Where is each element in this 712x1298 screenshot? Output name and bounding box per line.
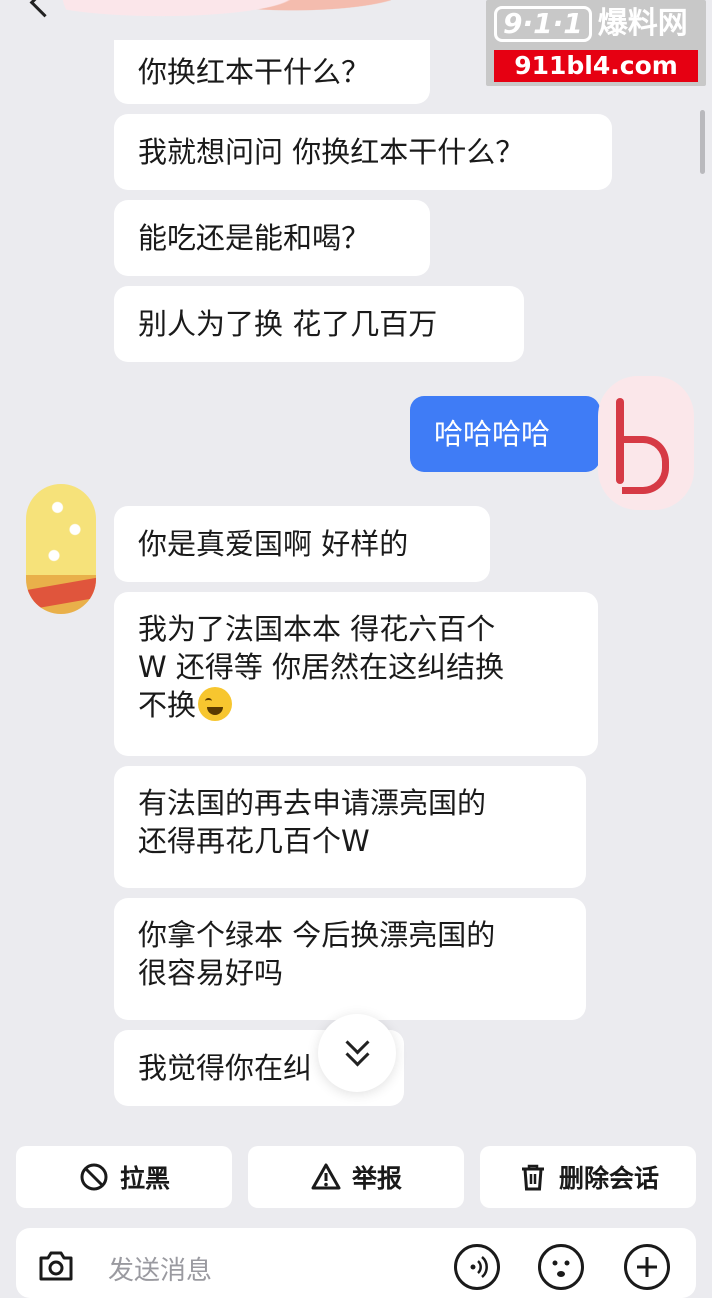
back-icon[interactable] xyxy=(29,0,60,18)
message-text: 哈哈哈哈 xyxy=(434,417,551,451)
delete-conversation-button[interactable]: 删除会话 xyxy=(480,1146,696,1208)
message-bubble[interactable]: 我就想问问 你换红本干什么？ xyxy=(114,114,612,190)
watermark: 9·1·1 爆料网 911bl4.com xyxy=(486,0,706,86)
watermark-url: 911bl4.com xyxy=(494,50,698,82)
scroll-to-bottom-button[interactable] xyxy=(318,1014,396,1092)
message-text: 我为了法国本本 得花六百个 W 还得等 你居然在这纠结换 不换 xyxy=(138,612,505,722)
report-button[interactable]: 举报 xyxy=(248,1146,464,1208)
scrollbar[interactable] xyxy=(700,110,705,174)
report-label: 举报 xyxy=(351,1164,402,1193)
block-icon xyxy=(80,1163,108,1191)
message-bubble[interactable]: 你换红本干什么？ xyxy=(114,40,430,104)
message-input-bar: 发送消息 xyxy=(16,1228,696,1298)
block-label: 拉黑 xyxy=(119,1164,170,1193)
message-bubble[interactable]: 我为了法国本本 得花六百个 W 还得等 你居然在这纠结换 不换 xyxy=(114,592,598,756)
emoji-icon[interactable] xyxy=(538,1244,584,1290)
watermark-logo: 9·1·1 xyxy=(494,6,592,42)
chat-avatar[interactable] xyxy=(62,0,392,32)
message-bubble[interactable]: 能吃还是能和喝？ xyxy=(114,200,430,276)
message-text: 我就想问问 你换红本干什么？ xyxy=(138,135,525,169)
trash-icon xyxy=(521,1164,544,1191)
plus-icon[interactable] xyxy=(624,1244,670,1290)
message-bubble[interactable]: 你是真爱国啊 好样的 xyxy=(114,506,490,582)
message-text: 别人为了换 花了几百万 xyxy=(138,307,438,341)
watermark-site-name: 爆料网 xyxy=(597,6,688,41)
message-text: 能吃还是能和喝？ xyxy=(138,221,371,255)
warning-icon xyxy=(311,1163,341,1190)
message-bubble[interactable]: 有法国的再去申请漂亮国的 还得再花几百个W xyxy=(114,766,586,888)
voice-icon[interactable] xyxy=(454,1244,500,1290)
block-button[interactable]: 拉黑 xyxy=(16,1146,232,1208)
crying-laughing-emoji-icon xyxy=(198,687,233,721)
contact-avatar[interactable] xyxy=(26,484,96,614)
message-bubble[interactable]: 别人为了换 花了几百万 xyxy=(114,286,524,362)
message-input[interactable]: 发送消息 xyxy=(108,1250,212,1287)
message-text: 我觉得你在纠 xyxy=(138,1051,313,1085)
delete-conversation-label: 删除会话 xyxy=(558,1164,659,1193)
camera-icon[interactable] xyxy=(36,1246,76,1286)
message-bubble-outgoing[interactable]: 哈哈哈哈 xyxy=(410,396,600,472)
message-text: 有法国的再去申请漂亮国的 还得再花几百个W xyxy=(138,786,487,858)
message-text: 你换红本干什么？ xyxy=(138,55,371,89)
message-text: 你是真爱国啊 好样的 xyxy=(138,527,409,561)
message-bubble[interactable]: 你拿个绿本 今后换漂亮国的 很容易好吗 xyxy=(114,898,586,1020)
message-text: 你拿个绿本 今后换漂亮国的 很容易好吗 xyxy=(138,918,496,990)
my-avatar[interactable] xyxy=(598,376,694,510)
